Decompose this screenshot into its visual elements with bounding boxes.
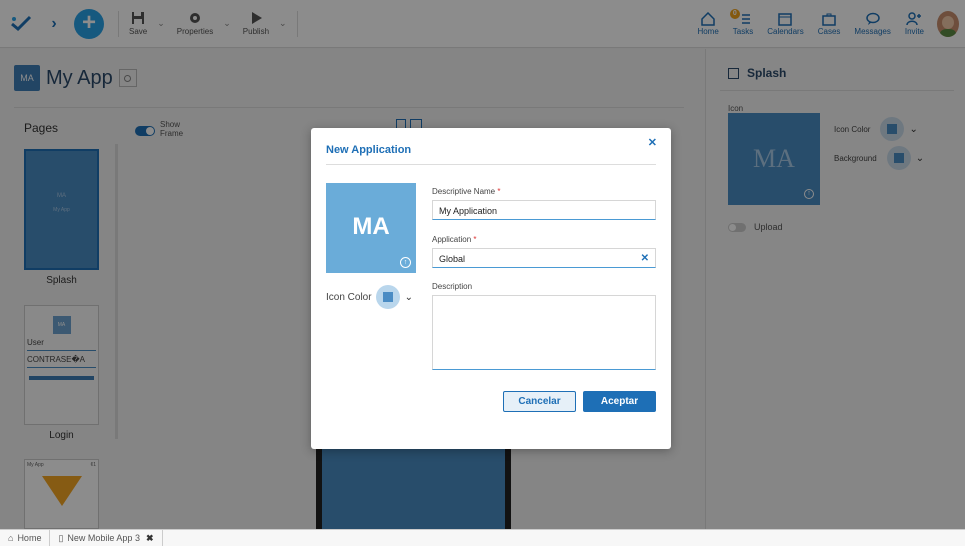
description-textarea[interactable] — [432, 295, 656, 370]
application-label: Application * — [432, 235, 477, 244]
dialog-title: New Application — [326, 144, 412, 156]
required-mark: * — [497, 187, 501, 196]
mobile-icon: ▯ — [58, 532, 64, 543]
descriptive-name-label: Descriptive Name * — [432, 187, 501, 196]
upload-arrow-icon[interactable]: ↑ — [400, 257, 411, 268]
new-application-dialog: New Application ✕ MA ↑ Icon Color ⌄ Desc… — [311, 128, 671, 449]
descriptive-name-label-text: Descriptive Name — [432, 187, 496, 196]
descriptive-name-value: My Application — [439, 206, 498, 216]
tab-current[interactable]: ▯ New Mobile App 3 ✖ — [50, 529, 163, 546]
accept-button[interactable]: Aceptar — [583, 391, 656, 412]
description-label: Description — [432, 282, 473, 291]
home-icon: ⌂ — [8, 533, 14, 543]
icon-color-row: Icon Color ⌄ — [326, 285, 413, 309]
icon-color-label: Icon Color — [326, 291, 372, 303]
tab-home[interactable]: ⌂ Home — [0, 529, 51, 546]
app-icon-initials: MA — [352, 213, 390, 240]
required-mark: * — [473, 235, 477, 244]
app-icon-preview[interactable]: MA ↑ — [326, 183, 416, 273]
application-value: Global — [439, 254, 466, 264]
icon-color-swatch[interactable] — [375, 285, 400, 309]
close-icon[interactable]: ✕ — [648, 136, 657, 149]
divider — [326, 164, 656, 165]
descriptive-name-field[interactable]: My Application — [432, 200, 656, 220]
close-tab-icon[interactable]: ✖ — [146, 533, 154, 544]
tab-current-label: New Mobile App 3 — [67, 533, 140, 543]
tab-home-label: Home — [17, 533, 42, 543]
bottom-tab-bar: ⌂ Home ▯ New Mobile App 3 ✖ — [0, 529, 965, 546]
cancel-button[interactable]: Cancelar — [503, 391, 576, 412]
application-label-text: Application — [432, 235, 472, 244]
clear-icon[interactable]: ✕ — [641, 253, 649, 264]
application-field[interactable]: Global ✕ — [432, 248, 656, 268]
chevron-down-icon[interactable]: ⌄ — [405, 292, 413, 303]
